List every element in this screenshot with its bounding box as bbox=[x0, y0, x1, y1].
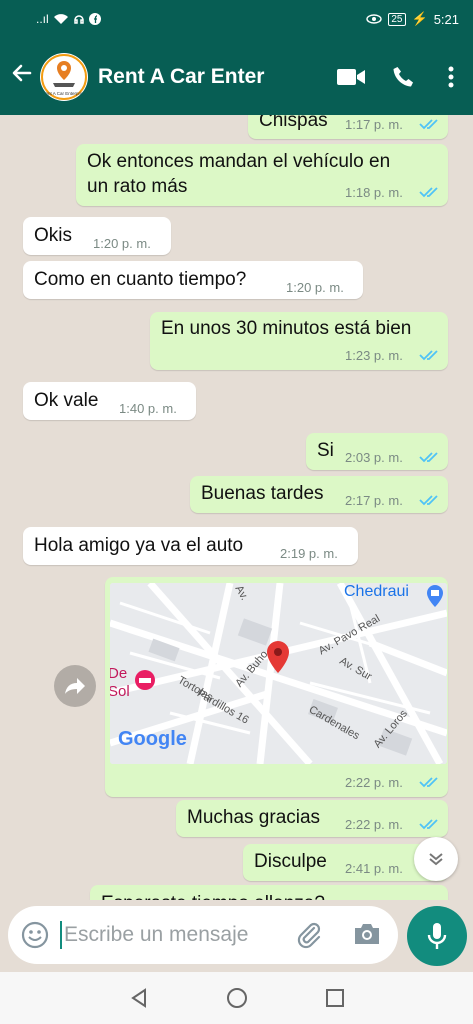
read-receipt-icon bbox=[419, 452, 438, 463]
read-receipt-icon bbox=[419, 119, 438, 130]
camera-icon bbox=[355, 924, 379, 944]
message-time: 1:23 p. m. bbox=[345, 348, 403, 363]
message-time: 2:03 p. m. bbox=[345, 450, 403, 465]
map-place-label: Chedraui bbox=[344, 583, 409, 600]
battery-level: 25 bbox=[388, 12, 406, 26]
nav-back-icon[interactable] bbox=[128, 987, 150, 1009]
message-time: 1:18 p. m. bbox=[345, 185, 403, 200]
read-receipt-icon bbox=[419, 350, 438, 361]
system-nav-bar bbox=[0, 972, 473, 1024]
message-bubble-incoming[interactable]: Hola amigo ya va el auto 2:19 p. m. bbox=[23, 527, 358, 565]
emoji-icon bbox=[21, 921, 49, 949]
status-left: ..ıl bbox=[36, 12, 101, 26]
read-receipt-icon bbox=[419, 819, 438, 830]
hotel-pin-icon bbox=[135, 670, 155, 690]
wifi-icon bbox=[53, 14, 68, 24]
message-bubble-incoming[interactable]: Ok vale 1:40 p. m. bbox=[23, 382, 196, 420]
scroll-down-button[interactable] bbox=[414, 837, 458, 881]
message-time: 2:41 p. m. bbox=[345, 861, 403, 876]
video-call-icon bbox=[337, 68, 365, 85]
more-options-button[interactable] bbox=[429, 66, 473, 88]
message-text: Buenas tardes bbox=[201, 483, 324, 504]
location-map[interactable]: Chedraui De Sol Av. Pavo Real Av. Sur Av… bbox=[110, 583, 447, 764]
nav-home-icon[interactable] bbox=[226, 987, 248, 1009]
message-text: En unos 30 minutos está bien bbox=[161, 318, 412, 339]
map-place-label: De bbox=[110, 665, 128, 682]
svg-text:Rent A Car Enterprise: Rent A Car Enterprise bbox=[42, 91, 86, 96]
google-logo: Google bbox=[118, 728, 187, 750]
message-text-line: un rato más bbox=[87, 176, 188, 197]
message-time: 1:40 p. m. bbox=[119, 401, 177, 416]
forward-button[interactable] bbox=[54, 665, 96, 707]
chat-area[interactable]: Chispas 1:17 p. m. Ok entonces mandan el… bbox=[0, 115, 473, 900]
forward-icon bbox=[65, 678, 85, 694]
message-bubble-outgoing[interactable]: Si 2:03 p. m. bbox=[306, 433, 448, 470]
phone-icon bbox=[393, 66, 413, 86]
logo-icon: Rent A Car Enterprise bbox=[41, 53, 87, 100]
message-bubble-outgoing[interactable]: Buenas tardes 2:17 p. m. bbox=[190, 476, 448, 513]
back-button[interactable] bbox=[4, 61, 40, 92]
signal-icon: ..ıl bbox=[36, 12, 49, 26]
arrow-left-icon bbox=[12, 64, 32, 82]
message-text: Si bbox=[317, 440, 334, 461]
attach-icon bbox=[297, 922, 321, 949]
status-right: 25 ⚡ 5:21 bbox=[366, 11, 459, 27]
avatar[interactable]: Rent A Car Enterprise bbox=[40, 52, 88, 101]
scroll-down-icon bbox=[429, 853, 443, 866]
message-text: Esperaste tiempo allanza? bbox=[101, 891, 325, 900]
message-time: 2:19 p. m. bbox=[280, 546, 338, 561]
attach-button[interactable] bbox=[294, 920, 324, 955]
voice-record-button[interactable] bbox=[407, 906, 467, 966]
message-bubble-outgoing[interactable]: Muchas gracias 2:22 p. m. bbox=[176, 800, 448, 837]
message-input[interactable]: Escribe un mensaje bbox=[60, 921, 270, 949]
mic-icon bbox=[427, 923, 447, 949]
message-text: Okis bbox=[34, 225, 72, 246]
message-bubble-outgoing[interactable]: Ok entonces mandan el vehículo en un rat… bbox=[76, 144, 448, 206]
message-text: Disculpe bbox=[254, 851, 327, 872]
video-call-button[interactable] bbox=[325, 67, 377, 87]
clock: 5:21 bbox=[433, 11, 459, 27]
message-text: Como en cuanto tiempo? bbox=[34, 269, 247, 290]
message-bubble-incoming[interactable]: Okis 1:20 p. m. bbox=[23, 217, 171, 255]
eye-icon bbox=[366, 14, 383, 24]
message-text: Muchas gracias bbox=[187, 807, 321, 828]
emoji-button[interactable] bbox=[20, 920, 50, 950]
chat-title[interactable]: Rent A Car Enter bbox=[98, 65, 325, 89]
message-bubble-outgoing[interactable]: Esperaste tiempo allanza? bbox=[90, 885, 448, 900]
message-time: 2:17 p. m. bbox=[345, 493, 403, 508]
message-bubble-incoming[interactable]: Como en cuanto tiempo? 1:20 p. m. bbox=[23, 261, 363, 299]
more-options-icon bbox=[448, 66, 454, 87]
message-text: Ok vale bbox=[34, 390, 99, 411]
read-receipt-icon bbox=[419, 495, 438, 506]
charging-icon: ⚡ bbox=[411, 11, 428, 26]
message-bubble-outgoing[interactable]: En unos 30 minutos está bien 1:23 p. m. bbox=[150, 312, 448, 370]
message-time: 1:20 p. m. bbox=[93, 236, 151, 251]
headset-icon bbox=[73, 15, 84, 24]
chat-header: Rent A Car Enterprise Rent A Car Enter bbox=[0, 38, 473, 115]
location-pin-icon bbox=[267, 641, 289, 673]
shopping-pin-icon bbox=[427, 585, 443, 607]
message-time: 1:20 p. m. bbox=[286, 280, 344, 295]
message-text: Hola amigo ya va el auto bbox=[34, 535, 244, 556]
message-composer: Escribe un mensaje bbox=[8, 906, 398, 964]
facebook-icon bbox=[88, 13, 101, 25]
voice-call-button[interactable] bbox=[377, 65, 429, 89]
message-time: 2:22 p. m. bbox=[345, 775, 403, 790]
read-receipt-icon bbox=[419, 777, 438, 788]
message-text-line: Ok entonces mandan el vehículo en bbox=[87, 151, 391, 172]
message-bubble-outgoing[interactable]: Chispas 1:17 p. m. bbox=[248, 115, 448, 139]
message-text: Chispas bbox=[259, 115, 328, 131]
message-time: 2:22 p. m. bbox=[345, 817, 403, 832]
status-bar: ..ıl 25 ⚡ 5:21 bbox=[0, 0, 473, 38]
camera-button[interactable] bbox=[352, 920, 382, 953]
nav-recents-icon[interactable] bbox=[324, 987, 346, 1009]
message-time: 1:17 p. m. bbox=[345, 117, 403, 132]
map-place-label: Sol bbox=[110, 683, 130, 700]
read-receipt-icon bbox=[419, 187, 438, 198]
